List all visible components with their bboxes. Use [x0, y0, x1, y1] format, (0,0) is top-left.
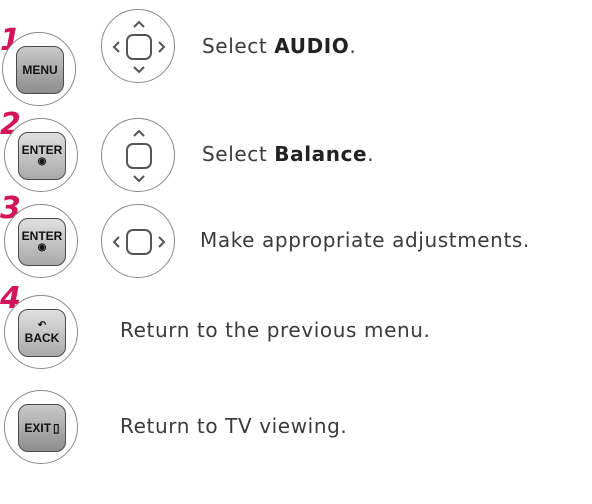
- enter-button[interactable]: ENTER ◉: [4, 118, 78, 192]
- enter-button[interactable]: ENTER ◉: [4, 204, 78, 278]
- navigation-pad[interactable]: [101, 118, 175, 192]
- step-4-instruction: Return to the previous menu.: [120, 318, 431, 342]
- text-suffix: .: [349, 34, 357, 58]
- menu-key-label: MENU: [22, 62, 58, 77]
- text-bold: AUDIO: [274, 34, 350, 58]
- up-down-arrows-icon: [126, 129, 152, 183]
- left-right-arrows-icon: [112, 229, 166, 255]
- four-way-arrows-icon: [112, 20, 166, 74]
- menu-key: MENU: [16, 46, 64, 94]
- exit-icon: ▯: [53, 420, 60, 435]
- text-suffix: .: [367, 142, 375, 166]
- text-prefix: Select: [202, 34, 275, 58]
- step-1-instruction: Select AUDIO.: [202, 34, 356, 58]
- exit-key: EXIT ▯: [18, 404, 66, 452]
- text-prefix: Select: [202, 142, 275, 166]
- enter-dot-icon: ◉: [37, 242, 47, 254]
- exit-button[interactable]: EXIT ▯: [4, 390, 78, 464]
- menu-button[interactable]: MENU: [2, 32, 76, 106]
- back-key: ↶ BACK: [18, 309, 66, 357]
- back-key-label: BACK: [24, 330, 60, 345]
- step-2-instruction: Select Balance.: [202, 142, 374, 166]
- enter-key: ENTER ◉: [18, 132, 66, 180]
- step-exit-instruction: Return to TV viewing.: [120, 414, 348, 438]
- back-button[interactable]: ↶ BACK: [4, 295, 78, 369]
- step-3-instruction: Make appropriate adjustments.: [200, 228, 530, 252]
- navigation-pad[interactable]: [101, 204, 175, 278]
- enter-key: ENTER ◉: [18, 218, 66, 266]
- text-bold: Balance: [274, 142, 368, 166]
- exit-key-label: EXIT: [24, 420, 52, 435]
- navigation-pad[interactable]: [101, 9, 175, 83]
- enter-dot-icon: ◉: [37, 156, 47, 168]
